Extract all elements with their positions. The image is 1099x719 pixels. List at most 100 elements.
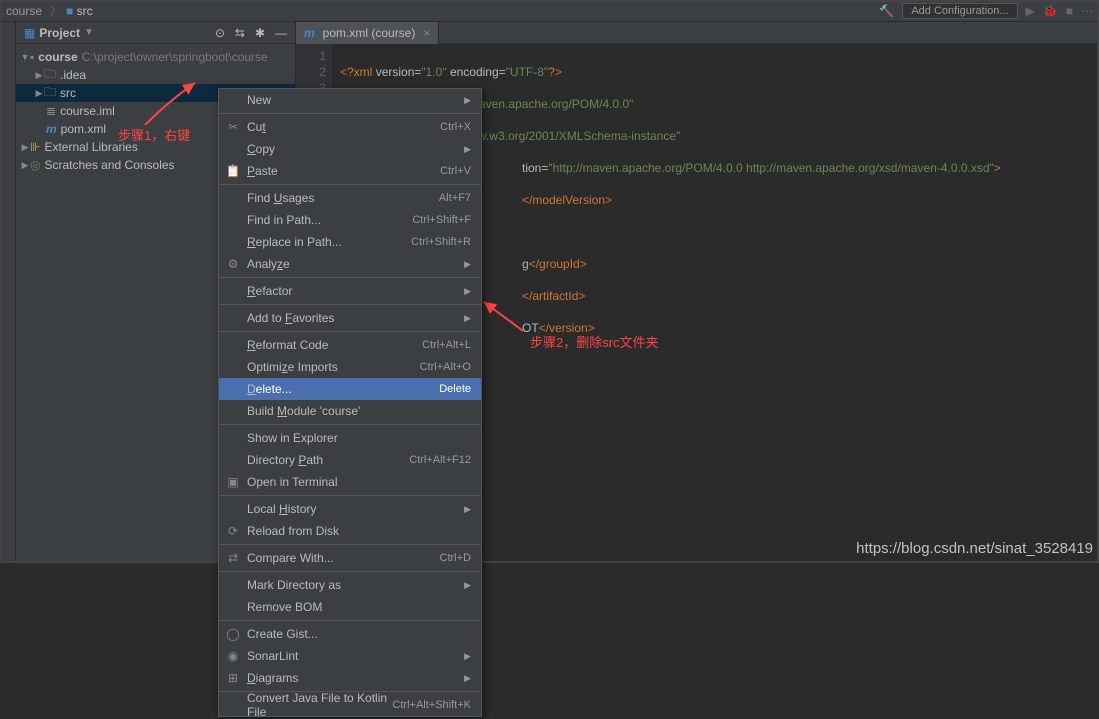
menu-item[interactable]: ⊞ Diagrams ▶	[219, 667, 481, 689]
menu-shortcut: Ctrl+Shift+F	[412, 214, 471, 226]
file-icon: ≣	[46, 104, 56, 118]
scratch-icon: ◎	[30, 158, 40, 172]
run-icon[interactable]: ▶	[1026, 4, 1035, 18]
menu-item[interactable]: ⟳Reload from Disk	[219, 520, 481, 542]
menu-item[interactable]: ◯Create Gist...	[219, 623, 481, 645]
tree-root[interactable]: ▼ ▪ course C:\project\owner\springboot\c…	[16, 48, 295, 66]
menu-shortcut: Ctrl+Alt+F12	[409, 454, 471, 466]
menu-label: Find in Path...	[247, 213, 412, 227]
collapse-icon[interactable]: ⇆	[235, 26, 245, 40]
menu-label: New	[247, 93, 458, 107]
menu-item[interactable]: Add to Favorites ▶	[219, 307, 481, 329]
menu-item[interactable]: Build Module 'course'	[219, 400, 481, 422]
watermark: https://blog.csdn.net/sinat_3528419	[856, 540, 1093, 557]
menu-shortcut: Delete	[439, 383, 471, 395]
menu-label: SonarLint	[247, 649, 458, 663]
settings-icon[interactable]: ✱	[255, 26, 265, 40]
locate-icon[interactable]: ⊙	[215, 26, 225, 40]
stop-icon[interactable]: ■	[1066, 4, 1073, 18]
folder-icon: 🗀	[44, 83, 56, 104]
breadcrumb-child[interactable]: ■ src	[66, 4, 93, 18]
maven-icon: m	[46, 122, 57, 136]
menu-label: Optimize Imports	[247, 360, 420, 374]
menu-item[interactable]: ◉ SonarLint ▶	[219, 645, 481, 667]
menu-shortcut: Ctrl+D	[440, 552, 471, 564]
submenu-icon: ▶	[464, 259, 471, 270]
menu-item[interactable]: 📋PasteCtrl+V	[219, 160, 481, 182]
menu-label: Find Usages	[247, 191, 439, 205]
breadcrumb-bar: course 〉 ■ src 🔨 Add Configuration... ▶ …	[0, 0, 1099, 22]
submenu-icon: ▶	[464, 313, 471, 324]
menu-shortcut: Ctrl+Alt+L	[422, 339, 471, 351]
panel-dropdown-icon[interactable]: ▼	[84, 27, 94, 38]
tab-label: pom.xml (course)	[323, 26, 416, 40]
breadcrumb-sep: 〉	[50, 2, 62, 19]
menu-item[interactable]: Refactor ▶	[219, 280, 481, 302]
menu-label: Cut	[247, 120, 440, 134]
menu-shortcut: Ctrl+X	[440, 121, 471, 133]
build-icon[interactable]: 🔨	[879, 4, 894, 18]
menu-icon: ✂	[225, 120, 241, 134]
annotation-2: 步骤2，删除src文件夹	[530, 332, 659, 351]
menu-item[interactable]: Optimize ImportsCtrl+Alt+O	[219, 356, 481, 378]
menu-shortcut: Ctrl+V	[440, 165, 471, 177]
menu-item[interactable]: Find UsagesAlt+F7	[219, 187, 481, 209]
menu-item[interactable]: Copy▶	[219, 138, 481, 160]
menu-item[interactable]: Convert Java File to Kotlin FileCtrl+Alt…	[219, 694, 481, 716]
menu-label: Add to Favorites	[247, 311, 458, 325]
menu-item[interactable]: Find in Path...Ctrl+Shift+F	[219, 209, 481, 231]
submenu-icon: ▶	[464, 580, 471, 591]
submenu-icon: ▶	[464, 286, 471, 297]
breadcrumb-root[interactable]: course	[6, 4, 42, 18]
menu-item[interactable]: Local History▶	[219, 498, 481, 520]
panel-title: Project	[39, 26, 80, 40]
menu-item[interactable]: ⚙Analyze▶	[219, 253, 481, 275]
menu-item[interactable]: Replace in Path...Ctrl+Shift+R	[219, 231, 481, 253]
editor-tab-bar: m pom.xml (course) ×	[296, 22, 1099, 44]
submenu-icon: ▶	[464, 504, 471, 515]
add-configuration-button[interactable]: Add Configuration...	[902, 3, 1017, 19]
menu-label: Diagrams	[247, 671, 458, 685]
menu-icon: ◉	[225, 649, 241, 663]
menu-item[interactable]: Delete...Delete	[219, 378, 481, 400]
more-icon[interactable]: ⋯	[1081, 4, 1093, 18]
hide-icon[interactable]: —	[275, 26, 287, 40]
close-icon[interactable]: ×	[423, 26, 430, 40]
menu-label: Reformat Code	[247, 338, 422, 352]
submenu-icon: ▶	[464, 95, 471, 106]
menu-label: Paste	[247, 164, 440, 178]
annotation-1: 步骤1，右键	[118, 125, 190, 144]
menu-item[interactable]: ▣Open in Terminal	[219, 471, 481, 493]
menu-label: Copy	[247, 142, 458, 156]
menu-label: Build Module 'course'	[247, 404, 471, 418]
menu-item[interactable]: ✂ CutCtrl+X	[219, 116, 481, 138]
menu-icon: ⟳	[225, 524, 241, 538]
menu-label: Refactor	[247, 284, 458, 298]
menu-shortcut: Alt+F7	[439, 192, 471, 204]
menu-item[interactable]: Show in Explorer	[219, 427, 481, 449]
module-icon: ▪	[30, 50, 34, 64]
editor-tab[interactable]: m pom.xml (course) ×	[296, 22, 439, 44]
menu-shortcut: Ctrl+Shift+R	[411, 236, 471, 248]
menu-item[interactable]: Mark Directory as ▶	[219, 574, 481, 596]
submenu-icon: ▶	[464, 651, 471, 662]
menu-label: Mark Directory as	[247, 578, 458, 592]
menu-icon: ⊞	[225, 671, 241, 685]
menu-label: Open in Terminal	[247, 475, 471, 489]
menu-label: Convert Java File to Kotlin File	[247, 691, 392, 719]
tree-idea[interactable]: ▶ 🗀 .idea	[16, 66, 295, 84]
menu-item[interactable]: New ▶	[219, 89, 481, 111]
menu-item[interactable]: Reformat CodeCtrl+Alt+L	[219, 334, 481, 356]
submenu-icon: ▶	[464, 673, 471, 684]
menu-label: Replace in Path...	[247, 235, 411, 249]
menu-item[interactable]: ⇄Compare With...Ctrl+D	[219, 547, 481, 569]
debug-icon[interactable]: 🐞	[1043, 4, 1058, 18]
menu-item[interactable]: Directory PathCtrl+Alt+F12	[219, 449, 481, 471]
menu-shortcut: Ctrl+Alt+O	[420, 361, 471, 373]
menu-item[interactable]: Remove BOM	[219, 596, 481, 618]
project-panel-header[interactable]: ▦ Project ▼ ⊙ ⇆ ✱ —	[16, 22, 295, 44]
menu-label: Show in Explorer	[247, 431, 471, 445]
menu-label: Create Gist...	[247, 627, 471, 641]
tool-sidebar[interactable]	[0, 22, 16, 563]
menu-shortcut: Ctrl+Alt+Shift+K	[392, 699, 471, 711]
